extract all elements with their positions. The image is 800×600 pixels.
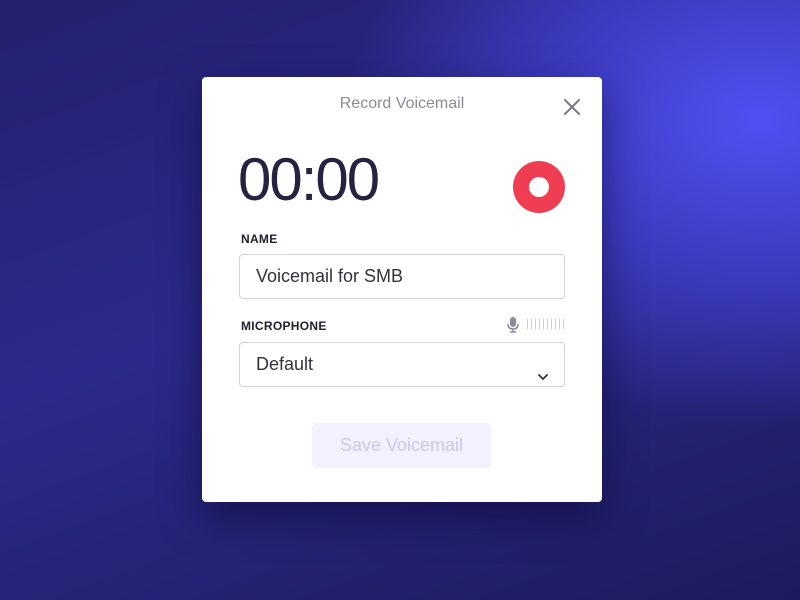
save-voicemail-button[interactable]: Save Voicemail — [312, 423, 491, 468]
microphone-icon — [507, 317, 519, 333]
close-icon[interactable] — [560, 95, 584, 119]
record-icon — [529, 177, 549, 197]
microphone-level-meter — [527, 319, 567, 329]
chevron-down-icon — [536, 357, 550, 380]
microphone-label: MICROPHONE — [241, 319, 327, 333]
microphone-select-value: Default — [256, 354, 314, 374]
name-input[interactable] — [239, 254, 565, 299]
dialog-title: Record Voicemail — [339, 95, 465, 112]
record-voicemail-dialog: Record Voicemail 00:00 NAME MICROPHONE D… — [202, 77, 602, 502]
timer-display: 00:00 — [238, 146, 380, 213]
microphone-select[interactable]: Default — [239, 342, 565, 387]
record-button[interactable] — [513, 161, 565, 213]
name-label: NAME — [241, 232, 278, 246]
